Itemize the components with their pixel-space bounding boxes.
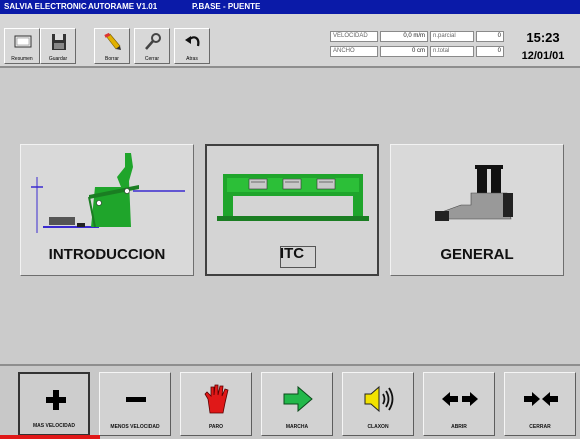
cerrar-label: CERRAR (529, 424, 551, 430)
clock-date: 12/01/01 (521, 50, 565, 62)
guardar-label: Guardar (48, 56, 68, 62)
parcial-label: n.parcial (430, 31, 474, 42)
guardar-button[interactable]: Guardar (40, 28, 76, 64)
main-area: INTRODUCCION ITC GENERAL (0, 68, 580, 364)
mas-velocidad-button[interactable]: MAS VELOCIDAD (18, 372, 90, 436)
paro-button[interactable]: PARO (180, 372, 252, 436)
resumen-button[interactable]: Resumen (4, 28, 40, 64)
general-panel[interactable]: GENERAL (390, 144, 564, 276)
undo-arrow-icon (185, 36, 200, 47)
introduccion-machine-icon (31, 153, 185, 233)
speaker-horn-icon (364, 385, 394, 413)
screen-name: P.BASE - PUENTE (192, 2, 261, 11)
clock-time: 15:23 (526, 30, 560, 45)
wrench-icon (145, 33, 161, 50)
bottom-bar: MAS VELOCIDAD MENOS VELOCIDAD PARO MARCH… (0, 364, 580, 439)
menos-velocidad-button[interactable]: MENOS VELOCIDAD (99, 372, 171, 436)
toolbar: Resumen Guardar Borrar Cerrar Atras VELO… (0, 14, 580, 68)
claxon-label: CLAXON (367, 424, 389, 430)
parcial-value: 0 (476, 31, 504, 42)
menos-velocidad-label: MENOS VELOCIDAD (110, 424, 160, 430)
red-indicator-line (0, 435, 100, 439)
atras-button[interactable]: Atras (174, 28, 210, 64)
introduccion-label: INTRODUCCION (48, 246, 166, 263)
app-name: SALVIA ELECTRONIC (4, 2, 87, 11)
general-machine-icon (435, 165, 513, 221)
claxon-button[interactable]: CLAXON (342, 372, 414, 436)
abrir-button[interactable]: ABRIR (423, 372, 495, 436)
cerrar-tool-button[interactable]: Cerrar (134, 28, 170, 64)
paro-label: PARO (208, 424, 224, 430)
velocidad-value: 0,0 m/m (380, 31, 428, 42)
marcha-button[interactable]: MARCHA (261, 372, 333, 436)
introduccion-panel[interactable]: INTRODUCCION (20, 144, 194, 276)
resumen-label: Resumen (11, 56, 33, 62)
title-bar: SALVIA ELECTRONIC AUTORAME V1.01 P.BASE … (0, 0, 580, 14)
monitor-icon (14, 35, 32, 48)
abrir-label: ABRIR (451, 424, 467, 430)
plus-icon (46, 390, 66, 410)
velocidad-label: VELOCIDAD (330, 31, 378, 42)
ancho-label: ANCHO (330, 46, 378, 57)
itc-label: ITC (279, 245, 305, 262)
itc-panel[interactable]: ITC (205, 144, 379, 276)
app-version: AUTORAME V1.01 (88, 2, 158, 11)
arrows-apart-icon (442, 392, 478, 406)
borrar-label: Borrar (105, 56, 119, 62)
cerrar-tool-label: Cerrar (144, 56, 160, 62)
floppy-disk-icon (52, 34, 66, 50)
total-value: 0 (476, 46, 504, 57)
marcha-label: MARCHA (285, 424, 309, 430)
red-stop-hand-icon (204, 384, 229, 414)
green-arrow-right-icon (283, 385, 313, 413)
borrar-button[interactable]: Borrar (94, 28, 130, 64)
general-label: GENERAL (440, 246, 514, 263)
cerrar-button[interactable]: CERRAR (504, 372, 576, 436)
pencil-eraser-icon (104, 32, 121, 50)
itc-bridge-icon (217, 174, 369, 221)
total-label: n.total (430, 46, 474, 57)
mas-velocidad-label: MAS VELOCIDAD (33, 423, 75, 429)
ancho-value: 0 cm (380, 46, 428, 57)
atras-label: Atras (186, 56, 198, 62)
arrows-together-icon (524, 392, 558, 406)
minus-icon (126, 397, 146, 402)
